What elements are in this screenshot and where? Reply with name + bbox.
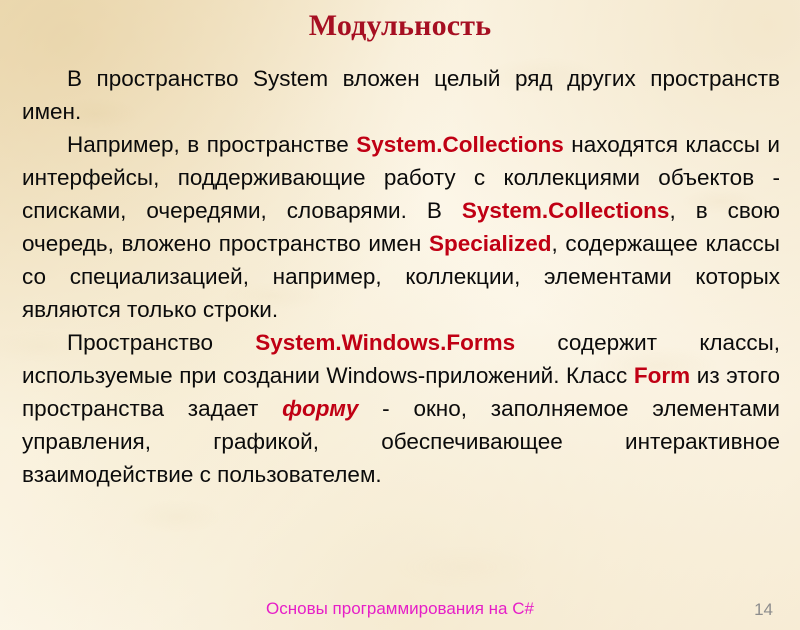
footer-page-number: 14 [754, 600, 773, 619]
slide-canvas: Модульность В пространство System вложен… [0, 0, 800, 630]
slide-footer: Основы программирования на C# 14 [0, 598, 800, 624]
footer-course-title: Основы программирования на C# [266, 599, 534, 618]
paragraph-windows-forms: Пространство System.Windows.Forms содерж… [22, 326, 780, 491]
highlight-formu: форму [282, 396, 359, 421]
highlight-system-windows-forms: System.Windows.Forms [255, 330, 516, 355]
highlight-system-collections-2: System.Collections [461, 198, 670, 223]
paragraph-collections: Например, в пространстве System.Collecti… [22, 128, 780, 326]
paragraph-system-namespace: В пространство System вложен целый ряд д… [22, 62, 780, 128]
slide-body-content: В пространство System вложен целый ряд д… [22, 62, 780, 491]
page-title: Модульность [308, 9, 492, 42]
highlight-system-collections: System.Collections [356, 132, 564, 157]
text-run: Например, в пространстве [67, 132, 357, 157]
highlight-specialized: Specialized [428, 231, 552, 256]
text-run: Пространство [67, 330, 256, 355]
text-run: В пространство System вложен целый ряд д… [22, 66, 780, 124]
highlight-form: Form [633, 363, 691, 388]
